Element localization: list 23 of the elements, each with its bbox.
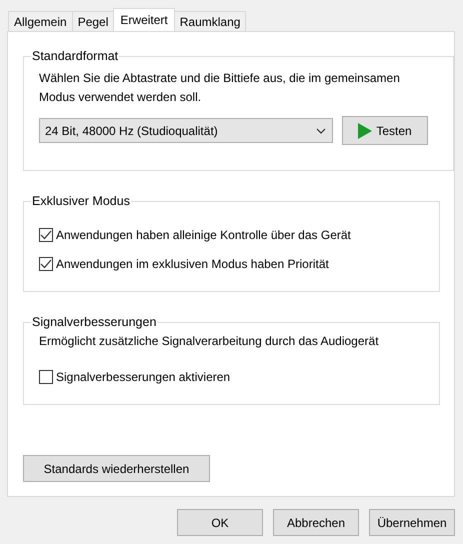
play-icon xyxy=(358,122,372,138)
checkbox-label[interactable]: Anwendungen haben alleinige Kontrolle über das Gerät xyxy=(56,228,351,242)
format-dropdown[interactable]: 24 Bit, 48000 Hz (Studioqualität) xyxy=(39,118,333,143)
group-title: Signalverbesserungen xyxy=(31,315,158,329)
dialog-button[interactable]: Abbrechen xyxy=(273,509,359,536)
test-button[interactable]: Testen xyxy=(342,116,428,145)
group-title: Standardformat xyxy=(31,49,120,63)
tab[interactable]: Allgemein xyxy=(8,11,73,31)
dialog-button[interactable]: Übernehmen xyxy=(369,509,455,536)
tab[interactable]: Raumklang xyxy=(174,11,246,31)
checkbox-label[interactable]: Signalverbesserungen aktivieren xyxy=(56,370,230,384)
tab[interactable]: Erweitert xyxy=(113,8,175,31)
chevron-down-icon xyxy=(316,128,326,134)
checkbox[interactable] xyxy=(39,256,53,270)
checkbox-label[interactable]: Anwendungen im exklusiven Modus haben Priorität xyxy=(56,256,329,270)
restore-defaults-button[interactable]: Standards wiederherstellen xyxy=(23,455,210,482)
dialog-button[interactable]: OK xyxy=(177,509,263,536)
checkbox[interactable] xyxy=(39,228,53,242)
description-text: Ermöglicht zusätzliche Signalverarbeitung durch das Audiogerät xyxy=(39,333,380,350)
description-text: Wählen Sie die Abtastrate und die Bittiefe aus, die im gemeinsamen Modus verwendet werden soll. xyxy=(39,70,401,106)
group-title: Exklusiver Modus xyxy=(31,194,131,208)
checkbox[interactable] xyxy=(39,370,53,384)
tab[interactable]: Pegel xyxy=(72,11,114,31)
